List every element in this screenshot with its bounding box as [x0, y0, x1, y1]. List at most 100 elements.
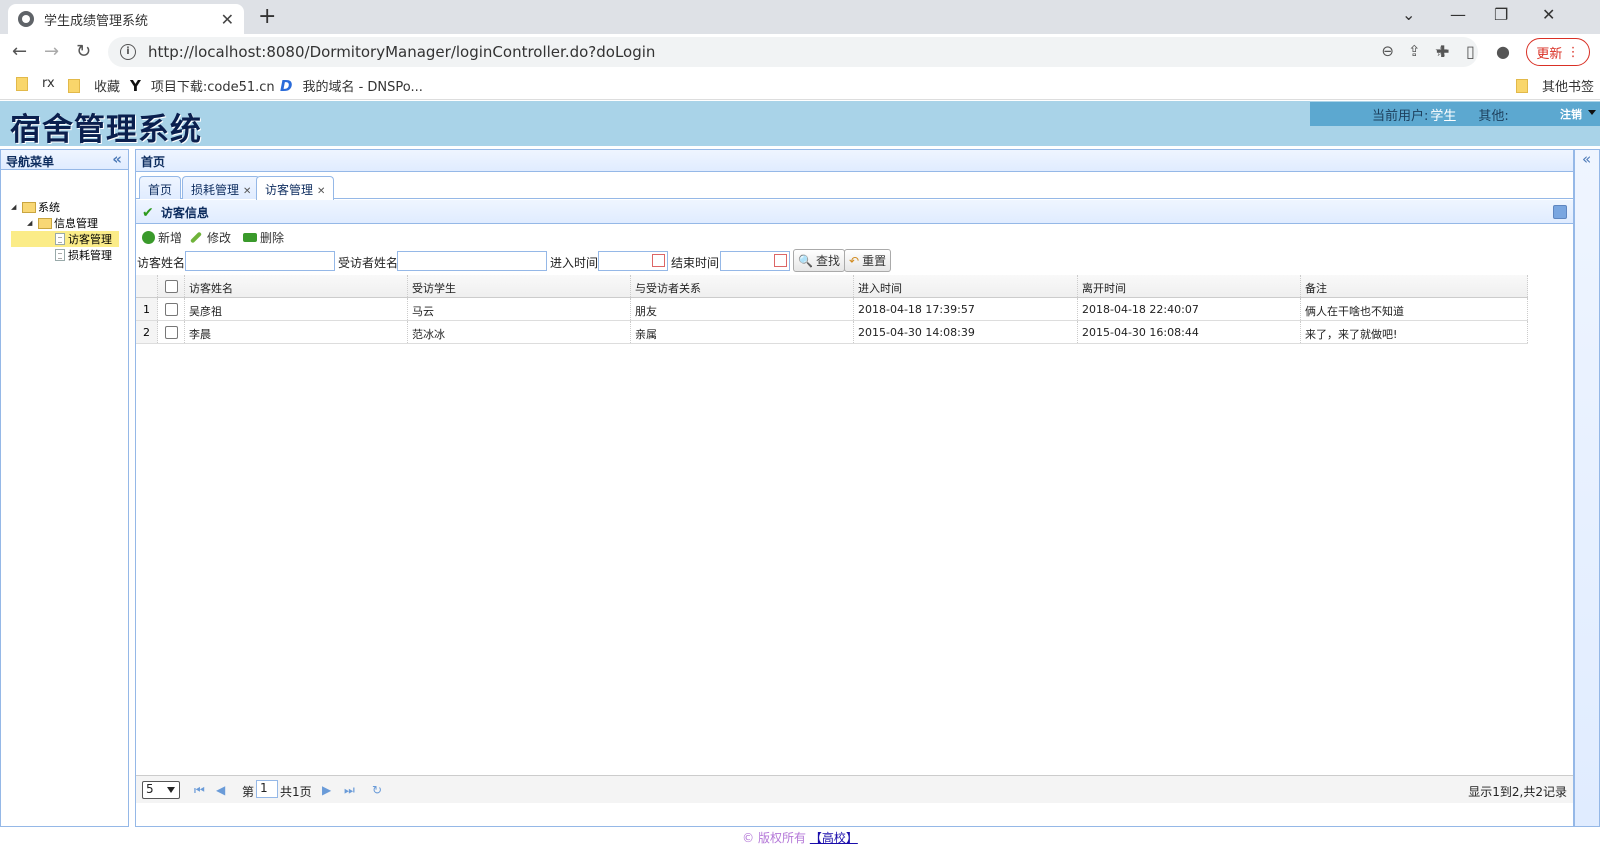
- folder-open-icon: [38, 217, 52, 229]
- bookmark-code51[interactable]: Y 项目下载:code51.cn: [130, 76, 275, 96]
- collapse-left-icon[interactable]: «: [112, 150, 122, 168]
- close-window-icon[interactable]: ✕: [1542, 5, 1555, 24]
- bookmark-label: rx: [42, 76, 55, 91]
- tree-node-info-management[interactable]: ◢ 信息管理: [27, 215, 98, 231]
- url-text[interactable]: http://localhost:8080/DormitoryManager/l…: [148, 43, 655, 61]
- tree-node-loss-management[interactable]: 损耗管理: [55, 247, 112, 263]
- search-button[interactable]: 🔍 查找: [793, 249, 845, 272]
- school-link[interactable]: 【高校】: [810, 831, 858, 845]
- current-user-label: 当前用户:: [1372, 108, 1429, 124]
- calendar-icon[interactable]: [774, 254, 787, 267]
- table-row[interactable]: 1 吴彦祖 马云 朋友 2018-04-18 17:39:57 2018-04-…: [136, 298, 1528, 321]
- browser-tab[interactable]: 学生成绩管理系统 ✕: [8, 4, 244, 34]
- prev-page-icon[interactable]: ◀: [216, 783, 225, 797]
- next-page-icon[interactable]: ▶: [322, 783, 331, 797]
- table-row[interactable]: 2 李晨 范冰冰 亲属 2015-04-30 14:08:39 2015-04-…: [136, 321, 1528, 344]
- collapse-panel-icon[interactable]: [1553, 205, 1567, 219]
- bookmark-label: 收藏: [94, 80, 121, 95]
- enter-time-input[interactable]: [598, 251, 668, 271]
- minimize-icon[interactable]: —: [1450, 5, 1466, 24]
- profile-icon[interactable]: ●: [1496, 42, 1510, 61]
- folder-icon: [1516, 78, 1528, 93]
- visitor-grid: 访客姓名 受访学生 与受访者关系 进入时间 离开时间 备注 1 吴彦祖 马云 朋…: [136, 275, 1528, 344]
- cell-relationship: 亲属: [631, 321, 854, 343]
- pagination-info: 显示1到2,共2记录: [1468, 785, 1567, 799]
- row-checkbox[interactable]: [164, 326, 178, 339]
- new-tab-button[interactable]: +: [258, 4, 276, 29]
- select-all-cell[interactable]: [158, 275, 185, 297]
- tab-search-icon[interactable]: ⌄: [1402, 5, 1415, 24]
- info-icon[interactable]: i: [120, 44, 136, 60]
- side-panel-icon[interactable]: ▯: [1466, 42, 1475, 61]
- other-bookmarks[interactable]: 其他书签: [1516, 76, 1594, 95]
- page-size-select[interactable]: 5: [142, 781, 180, 799]
- address-bar-row: ← → ↻ i http://localhost:8080/DormitoryM…: [0, 34, 1600, 70]
- close-icon[interactable]: ✕: [317, 186, 325, 197]
- row-select-cell[interactable]: [158, 321, 185, 343]
- bookmark-rx[interactable]: rx: [16, 76, 55, 91]
- plus-icon: [142, 231, 155, 244]
- omnibox[interactable]: i http://localhost:8080/DormitoryManager…: [108, 37, 1478, 67]
- enter-time-label: 进入时间:: [550, 256, 603, 270]
- bookmarks-bar: rx 收藏 Y 项目下载:code51.cn D 我的域名 - DNSPo... 其…: [0, 70, 1600, 100]
- tab-home[interactable]: 首页: [139, 176, 182, 199]
- add-button[interactable]: 新增: [142, 229, 182, 246]
- calendar-icon[interactable]: [652, 254, 665, 267]
- app-header: 宿舍管理系统 当前用户: 学生 其他: 注销: [0, 101, 1600, 148]
- back-icon[interactable]: ←: [12, 41, 27, 62]
- close-icon[interactable]: ✕: [243, 186, 251, 197]
- restore-icon[interactable]: ❐: [1494, 5, 1508, 24]
- col-visitor-name[interactable]: 访客姓名: [185, 275, 408, 297]
- row-select-cell[interactable]: [158, 298, 185, 320]
- tree-node-visitor-management[interactable]: 访客管理: [11, 231, 119, 247]
- browser-titlebar: 学生成绩管理系统 ✕ + ⌄ — ❐ ✕: [0, 0, 1600, 34]
- folder-icon: [16, 76, 28, 91]
- end-time-input[interactable]: [720, 251, 790, 271]
- logout-button[interactable]: 注销: [1560, 106, 1582, 122]
- reload-icon[interactable]: ↻: [76, 41, 91, 62]
- grid-header-row: 访客姓名 受访学生 与受访者关系 进入时间 离开时间 备注: [136, 275, 1528, 298]
- tree-node-system[interactable]: ◢ 系统: [11, 199, 60, 215]
- cell-enter-time: 2018-04-18 17:39:57: [854, 298, 1078, 320]
- col-relationship[interactable]: 与受访者关系: [631, 275, 854, 297]
- refresh-icon[interactable]: ↻: [372, 783, 382, 797]
- d-logo-icon: D: [280, 76, 293, 95]
- forward-icon[interactable]: →: [44, 41, 59, 62]
- chevron-down-icon[interactable]: [1588, 110, 1596, 115]
- visitor-name-input[interactable]: [185, 251, 335, 271]
- pagination-bar: 5 ⏮ ◀ 第 1 共1页 ▶ ⏭ ↻ 显示1到2,共2记录: [136, 775, 1573, 803]
- visited-name-label: 受访者姓名:: [338, 256, 403, 270]
- expand-arrow-icon[interactable]: ◢: [27, 219, 35, 227]
- omnibox-actions-icon[interactable]: ⊖⇪☆: [1381, 42, 1462, 60]
- reset-button[interactable]: ↶ 重置: [844, 249, 892, 272]
- row-checkbox[interactable]: [164, 303, 178, 316]
- close-tab-icon[interactable]: ✕: [221, 10, 234, 29]
- delete-button[interactable]: 删除: [243, 229, 284, 246]
- update-button[interactable]: 更新 ⋮: [1526, 38, 1590, 66]
- edit-button[interactable]: 修改: [189, 229, 231, 246]
- cell-remarks: 俩人在干啥也不知道: [1301, 298, 1528, 320]
- bookmark-label: 其他书签: [1542, 80, 1595, 95]
- expand-right-icon[interactable]: «: [1582, 150, 1591, 168]
- cell-visitor-name: 李晨: [185, 321, 408, 343]
- tree-node-label: 损耗管理: [68, 249, 112, 262]
- col-remarks[interactable]: 备注: [1301, 275, 1528, 297]
- tab-loss-management[interactable]: 损耗管理 ✕: [182, 176, 261, 199]
- col-visited-student[interactable]: 受访学生: [408, 275, 631, 297]
- page-number-input[interactable]: 1: [256, 780, 278, 798]
- visited-name-input[interactable]: [397, 251, 547, 271]
- select-all-checkbox[interactable]: [164, 280, 178, 293]
- expand-arrow-icon[interactable]: ◢: [11, 203, 19, 211]
- cell-visitor-name: 吴彦祖: [185, 298, 408, 320]
- tree-node-label: 系统: [38, 201, 60, 214]
- last-page-icon[interactable]: ⏭: [344, 783, 355, 798]
- col-enter-time[interactable]: 进入时间: [854, 275, 1078, 297]
- row-number: 2: [136, 321, 158, 343]
- bookmark-dnspod[interactable]: D 我的域名 - DNSPo...: [280, 76, 423, 96]
- bookmark-favorites[interactable]: 收藏: [68, 76, 120, 95]
- first-page-icon[interactable]: ⏮: [194, 783, 205, 798]
- cell-remarks: 来了，来了就做吧!: [1301, 321, 1528, 343]
- extensions-icon[interactable]: ✚: [1436, 42, 1449, 61]
- col-leave-time[interactable]: 离开时间: [1078, 275, 1301, 297]
- tab-visitor-management[interactable]: 访客管理 ✕: [256, 176, 335, 200]
